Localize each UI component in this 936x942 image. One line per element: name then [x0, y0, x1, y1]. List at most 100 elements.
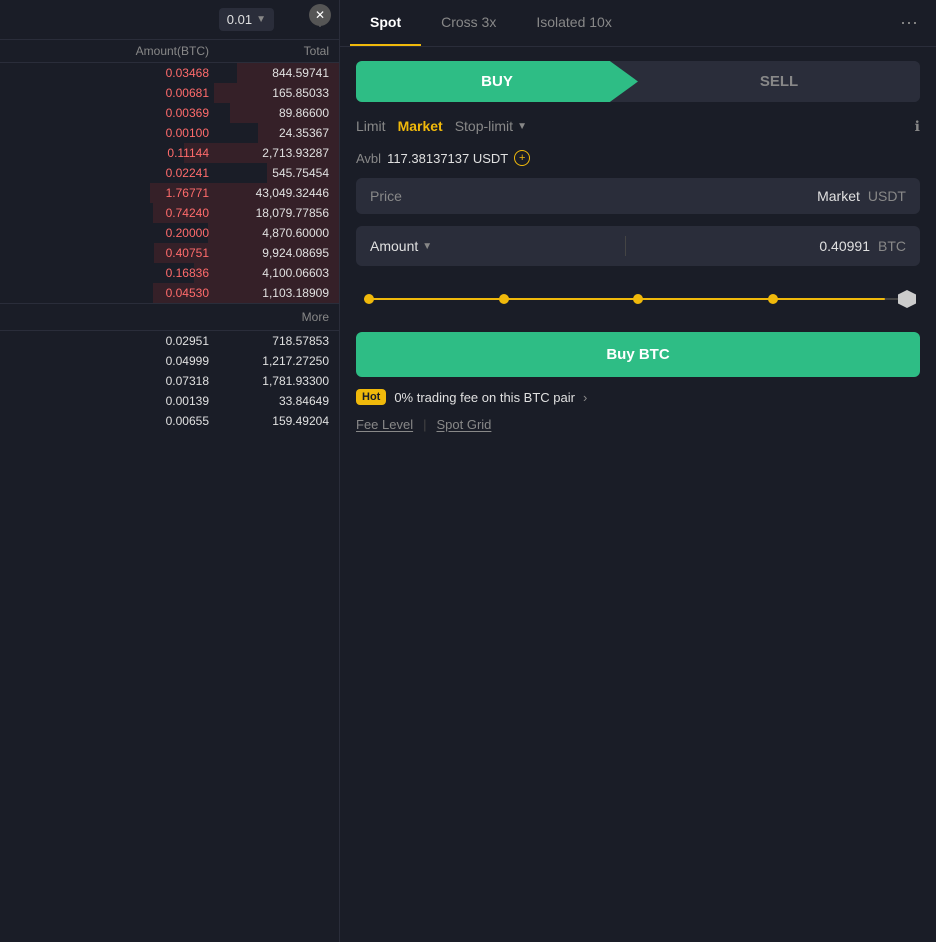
more-tabs-icon[interactable]: ⋯: [892, 13, 926, 34]
buy-btc-button[interactable]: Buy BTC: [356, 332, 920, 377]
spot-grid-link[interactable]: Spot Grid: [436, 417, 491, 432]
avbl-label: Avbl: [356, 151, 381, 166]
sell-amount: 0.16836: [10, 266, 209, 280]
sell-amount: 0.11144: [10, 146, 209, 160]
order-type-info-icon[interactable]: ℹ: [915, 118, 920, 135]
price-label: Price: [370, 188, 402, 204]
sell-rows: 0.03468 844.59741 0.00681 165.85033 0.00…: [0, 63, 339, 303]
table-row[interactable]: 0.00139 33.84649: [0, 391, 339, 411]
stop-limit-label: Stop-limit: [455, 118, 513, 134]
order-book-header-controls: 0.01 ▼ ⋮ ✕: [0, 0, 339, 40]
buy-amount: 0.04999: [10, 354, 209, 368]
amount-selector[interactable]: Amount ▼: [370, 238, 432, 254]
sell-amount: 0.40751: [10, 246, 209, 260]
table-row[interactable]: 0.00655 159.49204: [0, 411, 339, 431]
order-type-selector: Limit Market Stop-limit ▼ ℹ: [356, 114, 920, 138]
buy-amount: 0.02951: [10, 334, 209, 348]
price-right: Market USDT: [817, 188, 906, 204]
tab-spot[interactable]: Spot: [350, 0, 421, 46]
buy-amount: 0.00655: [10, 414, 209, 428]
sell-total: 9,924.08695: [209, 246, 329, 260]
price-input-group[interactable]: Price Market USDT: [356, 178, 920, 214]
sell-amount: 0.04530: [10, 286, 209, 300]
decimal-selector[interactable]: 0.01 ▼: [219, 8, 274, 31]
buy-total: 1,217.27250: [209, 354, 329, 368]
sell-amount: 0.00369: [10, 106, 209, 120]
amount-column-header: Amount(BTC): [10, 44, 209, 58]
amount-slider[interactable]: [356, 278, 920, 320]
sell-tab[interactable]: SELL: [638, 61, 920, 102]
slider-track: [364, 298, 912, 300]
amount-value: 0.40991: [819, 238, 870, 254]
sell-amount: 0.00681: [10, 86, 209, 100]
amount-input-group[interactable]: Amount ▼ 0.40991 BTC: [356, 226, 920, 266]
order-book-rows: 0.03468 844.59741 0.00681 165.85033 0.00…: [0, 63, 339, 942]
buy-total: 1,781.93300: [209, 374, 329, 388]
hot-promo-text: 0% trading fee on this BTC pair: [394, 390, 575, 405]
slider-thumb[interactable]: [898, 290, 916, 308]
table-row[interactable]: 0.74240 18,079.77856: [0, 203, 339, 223]
slider-dot-25: [499, 294, 509, 304]
table-row[interactable]: 0.02241 545.75454: [0, 163, 339, 183]
stop-limit-chevron-icon: ▼: [517, 121, 527, 132]
fee-level-link[interactable]: Fee Level: [356, 417, 413, 432]
buy-sell-toggle: BUY SELL: [356, 61, 920, 102]
table-row[interactable]: 0.04530 1,103.18909: [0, 283, 339, 303]
sell-total: 165.85033: [209, 86, 329, 100]
table-row[interactable]: 0.11144 2,713.93287: [0, 143, 339, 163]
avbl-amount: 117.38137137 USDT: [387, 151, 508, 166]
more-divider: More: [0, 303, 339, 331]
hot-badge: Hot: [356, 389, 386, 405]
sell-amount: 0.00100: [10, 126, 209, 140]
sell-total: 4,100.06603: [209, 266, 329, 280]
sell-amount: 0.20000: [10, 226, 209, 240]
sell-total: 18,079.77856: [209, 206, 329, 220]
table-row[interactable]: 0.04999 1,217.27250: [0, 351, 339, 371]
tabs-container: SpotCross 3xIsolated 10x: [350, 0, 892, 46]
table-row[interactable]: 0.07318 1,781.93300: [0, 371, 339, 391]
table-row[interactable]: 1.76771 43,049.32446: [0, 183, 339, 203]
decimal-value: 0.01: [227, 12, 252, 27]
table-row[interactable]: 0.16836 4,100.06603: [0, 263, 339, 283]
sell-total: 844.59741: [209, 66, 329, 80]
market-tab[interactable]: Market: [398, 114, 455, 138]
buy-tab[interactable]: BUY: [356, 61, 638, 102]
amount-label-text: Amount: [370, 238, 418, 254]
close-icon: ✕: [315, 8, 325, 22]
slider-dot-50: [633, 294, 643, 304]
tab-cross-3x[interactable]: Cross 3x: [421, 0, 516, 46]
stop-limit-tab[interactable]: Stop-limit ▼: [455, 114, 539, 138]
buy-total: 718.57853: [209, 334, 329, 348]
table-row[interactable]: 0.02951 718.57853: [0, 331, 339, 351]
add-funds-button[interactable]: +: [514, 150, 530, 166]
table-row[interactable]: 0.00100 24.35367: [0, 123, 339, 143]
sell-total: 1,103.18909: [209, 286, 329, 300]
order-book-column-headers: Amount(BTC) Total: [0, 40, 339, 63]
table-row[interactable]: 0.40751 9,924.08695: [0, 243, 339, 263]
table-row[interactable]: 0.03468 844.59741: [0, 63, 339, 83]
buy-total: 33.84649: [209, 394, 329, 408]
link-separator: |: [423, 417, 426, 432]
sell-total: 24.35367: [209, 126, 329, 140]
hot-arrow-icon[interactable]: ›: [583, 390, 587, 405]
trade-type-tabs: SpotCross 3xIsolated 10x ⋯: [340, 0, 936, 47]
available-balance-row: Avbl 117.38137137 USDT +: [356, 150, 920, 166]
amount-currency: BTC: [878, 238, 906, 254]
buy-amount: 0.00139: [10, 394, 209, 408]
sell-label: SELL: [760, 73, 798, 90]
amount-divider: [625, 236, 626, 256]
limit-tab[interactable]: Limit: [356, 114, 398, 138]
table-row[interactable]: 0.20000 4,870.60000: [0, 223, 339, 243]
table-row[interactable]: 0.00369 89.86600: [0, 103, 339, 123]
close-button[interactable]: ✕: [309, 4, 331, 26]
sell-total: 89.86600: [209, 106, 329, 120]
trading-panel: SpotCross 3xIsolated 10x ⋯ BUY SELL Limi…: [340, 0, 936, 942]
buy-label: BUY: [481, 73, 513, 90]
buy-rows: 0.02951 718.57853 0.04999 1,217.27250 0.…: [0, 331, 339, 431]
tab-isolated-10x[interactable]: Isolated 10x: [516, 0, 632, 46]
sell-total: 2,713.93287: [209, 146, 329, 160]
table-row[interactable]: 0.00681 165.85033: [0, 83, 339, 103]
price-currency: USDT: [868, 188, 906, 204]
total-column-header: Total: [209, 44, 329, 58]
sell-total: 43,049.32446: [209, 186, 329, 200]
